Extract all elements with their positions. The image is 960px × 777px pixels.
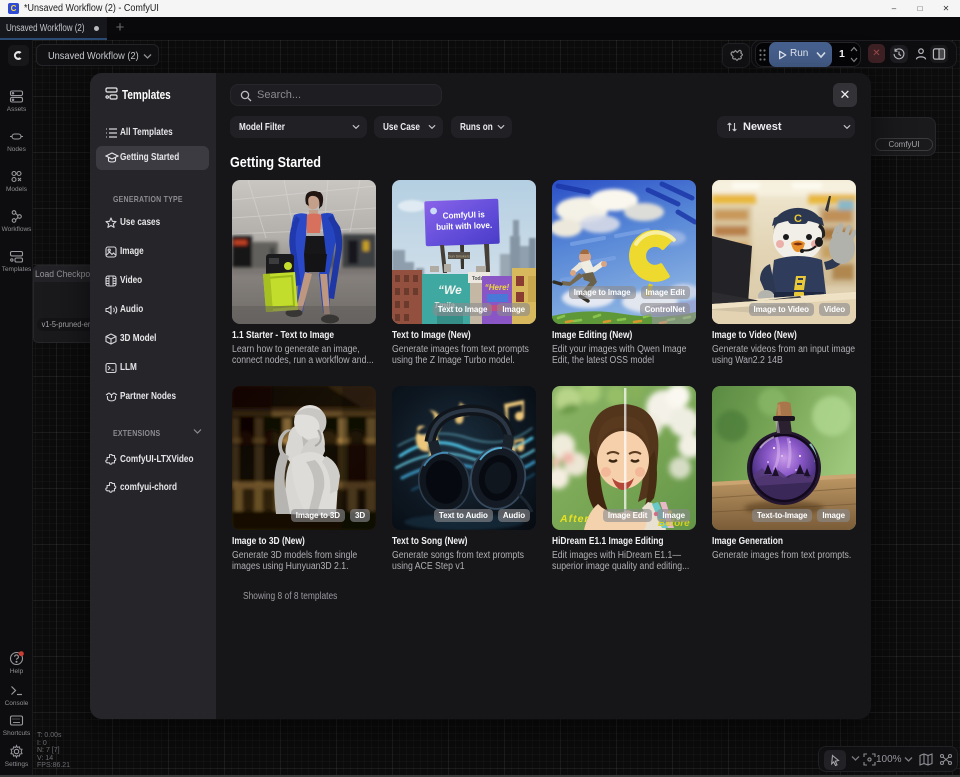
- svg-text:“Here!: “Here!: [485, 283, 510, 292]
- svg-text:Sun Smokers: Sun Smokers: [448, 255, 470, 259]
- svg-text:ComfyUI is: ComfyUI is: [443, 209, 486, 221]
- svg-text:C: C: [794, 213, 802, 225]
- svg-text:built with love.: built with love.: [436, 220, 492, 232]
- svg-text:“We: “We: [438, 283, 462, 297]
- svg-text:After: After: [559, 513, 590, 525]
